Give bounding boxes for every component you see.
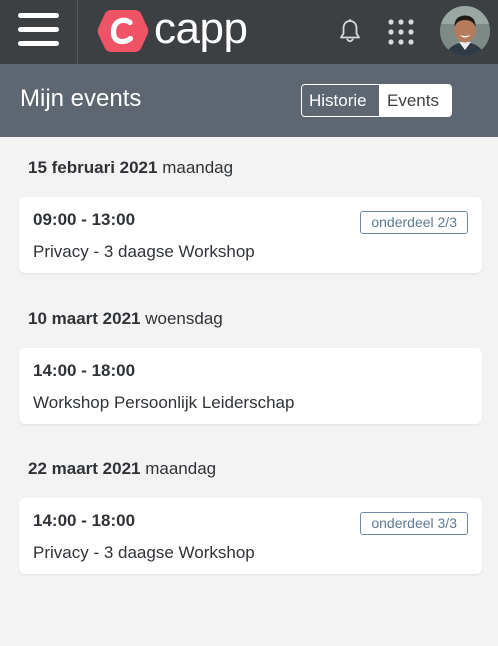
tab-historie[interactable]: Historie [302,85,380,116]
date-heading: 22 maart 2021 maandag [28,458,216,480]
event-title: Privacy - 3 daagse Workshop [33,543,255,562]
event-date: 22 maart 2021 [28,459,141,478]
capp-logo-icon [97,10,149,52]
view-toggle: Historie Events [301,84,452,117]
capp-logo[interactable]: capp [97,4,248,56]
hamburger-menu-icon-line [18,13,59,18]
page-title: Mijn events [20,85,142,112]
brand-name: capp [154,4,248,53]
date-heading: 15 februari 2021 maandag [28,157,233,179]
hamburger-menu-icon-line [18,41,59,46]
event-time: 14:00 - 18:00 [33,361,136,380]
session-part-badge: onderdeel 3/3 [360,512,468,535]
bell-icon[interactable] [338,18,362,44]
event-title: Privacy - 3 daagse Workshop [33,242,255,261]
user-avatar[interactable] [440,6,490,56]
hamburger-menu-icon-line [18,27,59,32]
event-card[interactable]: 09:00 - 13:00 Privacy - 3 daagse Worksho… [19,197,482,273]
event-weekday: maandag [145,459,217,478]
hamburger-menu-button[interactable] [0,0,78,64]
tab-events[interactable]: Events [380,85,451,116]
event-date: 15 februari 2021 [28,158,158,177]
date-heading: 10 maart 2021 woensdag [28,308,223,330]
event-date: 10 maart 2021 [28,309,141,328]
event-time: 14:00 - 18:00 [33,511,136,530]
event-time: 09:00 - 13:00 [33,210,136,229]
grid-apps-icon[interactable] [388,19,414,45]
event-weekday: maandag [162,158,234,177]
event-weekday: woensdag [145,309,223,328]
top-bar: capp [0,0,498,64]
event-title: Workshop Persoonlijk Leiderschap [33,393,295,412]
event-card[interactable]: 14:00 - 18:00 Workshop Persoonlijk Leide… [19,348,482,424]
event-card[interactable]: 14:00 - 18:00 Privacy - 3 daagse Worksho… [19,498,482,574]
session-part-badge: onderdeel 2/3 [360,211,468,234]
